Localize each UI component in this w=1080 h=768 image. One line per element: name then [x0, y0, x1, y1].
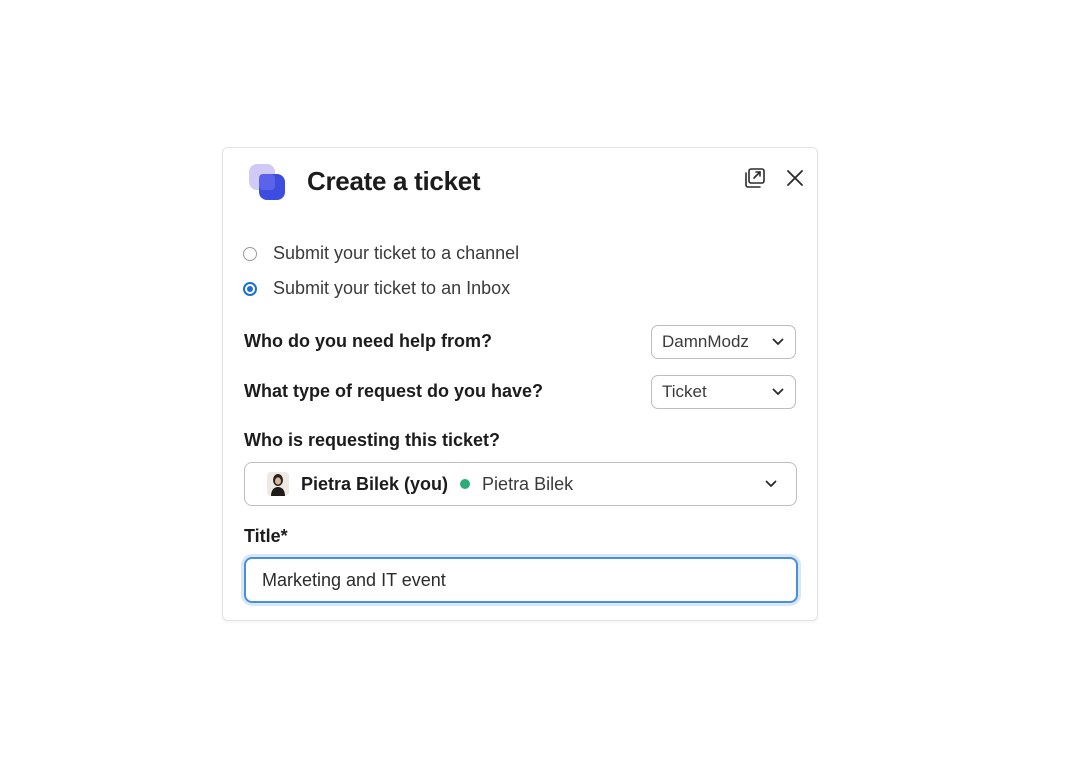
- requester-select[interactable]: Pietra Bilek (you) Pietra Bilek: [244, 462, 797, 506]
- app-logo-icon: [247, 162, 287, 202]
- title-input[interactable]: [244, 557, 798, 603]
- requester-label: Who is requesting this ticket?: [244, 430, 501, 450]
- request-type-value: Ticket: [662, 382, 707, 401]
- create-ticket-dialog: Create a ticket Submit your ticket to a …: [222, 147, 818, 621]
- radio-label-inbox: Submit your ticket to an Inbox: [273, 278, 511, 298]
- close-icon: [784, 167, 806, 194]
- help-from-select[interactable]: DamnModz: [651, 325, 796, 359]
- popout-button[interactable]: [741, 166, 769, 194]
- title-field-label: Title*: [244, 526, 288, 546]
- radio-option-channel[interactable]: Submit your ticket to a channel: [243, 243, 519, 264]
- popout-window-icon: [743, 166, 767, 195]
- dialog-title: Create a ticket: [307, 166, 481, 196]
- presence-active-icon: [460, 479, 471, 489]
- request-type-select[interactable]: Ticket: [651, 375, 796, 409]
- chevron-down-icon: [764, 477, 778, 491]
- requester-name: Pietra Bilek (you): [301, 473, 449, 494]
- help-from-value: DamnModz: [662, 332, 749, 351]
- chevron-down-icon: [771, 385, 785, 399]
- radio-button-inbox[interactable]: [243, 281, 257, 296]
- close-button[interactable]: [781, 166, 809, 194]
- request-type-label: What type of request do you have?: [244, 381, 544, 401]
- radio-label-channel: Submit your ticket to a channel: [273, 243, 520, 263]
- avatar: [267, 472, 289, 496]
- dialog-header: Create a ticket: [223, 148, 817, 218]
- requester-display-name: Pietra Bilek: [482, 473, 574, 494]
- help-from-label: Who do you need help from?: [244, 331, 492, 351]
- chevron-down-icon: [771, 335, 785, 349]
- radio-button-channel[interactable]: [243, 246, 257, 261]
- radio-option-inbox[interactable]: Submit your ticket to an Inbox: [243, 278, 510, 299]
